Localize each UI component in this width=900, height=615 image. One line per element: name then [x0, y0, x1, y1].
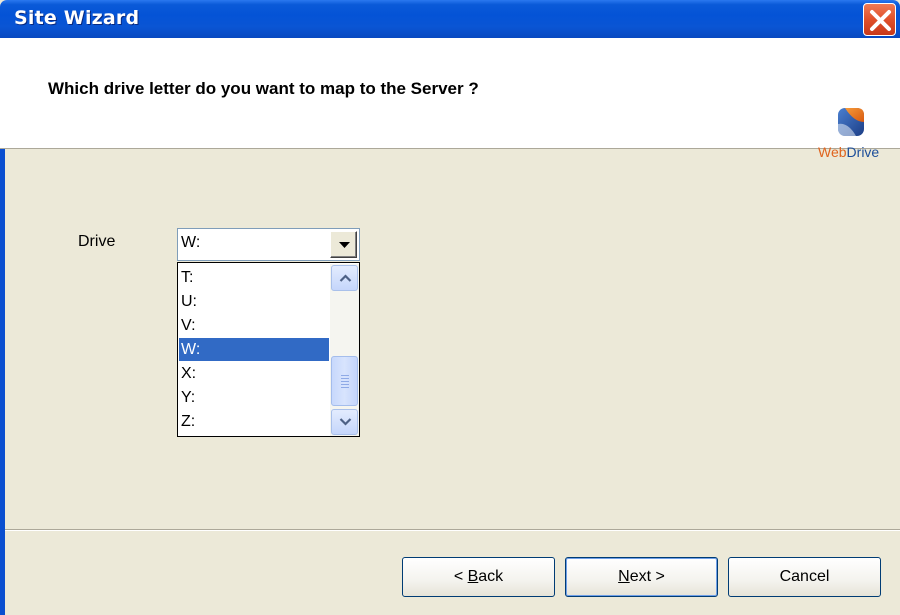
drive-option[interactable]: T: [179, 266, 329, 289]
drive-option[interactable]: V: [179, 314, 329, 337]
close-icon [870, 10, 891, 31]
scroll-down-button[interactable] [331, 409, 358, 435]
window-title: Site Wizard [14, 7, 140, 29]
webdrive-logo-icon [838, 108, 864, 136]
drive-dropdown-list[interactable]: T: U: V: W: X: Y: Z: [177, 262, 360, 437]
drive-option[interactable]: U: [179, 290, 329, 313]
drive-option[interactable]: Z: [179, 410, 329, 433]
webdrive-logo-text: WebDrive [818, 144, 880, 160]
scroll-thumb[interactable] [331, 356, 358, 406]
chevron-down-icon [339, 418, 352, 426]
drive-label: Drive [78, 233, 116, 250]
scroll-up-button[interactable] [331, 265, 358, 291]
wizard-question: Which drive letter do you want to map to… [48, 79, 479, 98]
drive-select-value: W: [181, 234, 201, 251]
next-button[interactable]: Next > [565, 557, 718, 597]
dropdown-scrollbar[interactable] [330, 264, 359, 436]
wizard-header: Which drive letter do you want to map to… [0, 38, 900, 160]
drive-option[interactable]: W: [179, 338, 329, 361]
site-wizard-window: Site Wizard Which drive letter do you wa… [0, 0, 900, 615]
drive-option[interactable]: X: [179, 362, 329, 385]
cancel-button[interactable]: Cancel [728, 557, 881, 597]
title-bar[interactable]: Site Wizard [0, 0, 900, 38]
webdrive-logo: WebDrive [818, 106, 898, 170]
drive-select[interactable]: W: [177, 228, 360, 261]
footer-divider [5, 529, 900, 531]
chevron-up-icon [339, 274, 352, 282]
close-button[interactable] [863, 3, 896, 36]
back-button[interactable]: < Back [402, 557, 555, 597]
drive-option[interactable]: Y: [179, 386, 329, 409]
chevron-down-icon [339, 242, 350, 248]
drive-select-dropdown-button[interactable] [330, 231, 357, 258]
